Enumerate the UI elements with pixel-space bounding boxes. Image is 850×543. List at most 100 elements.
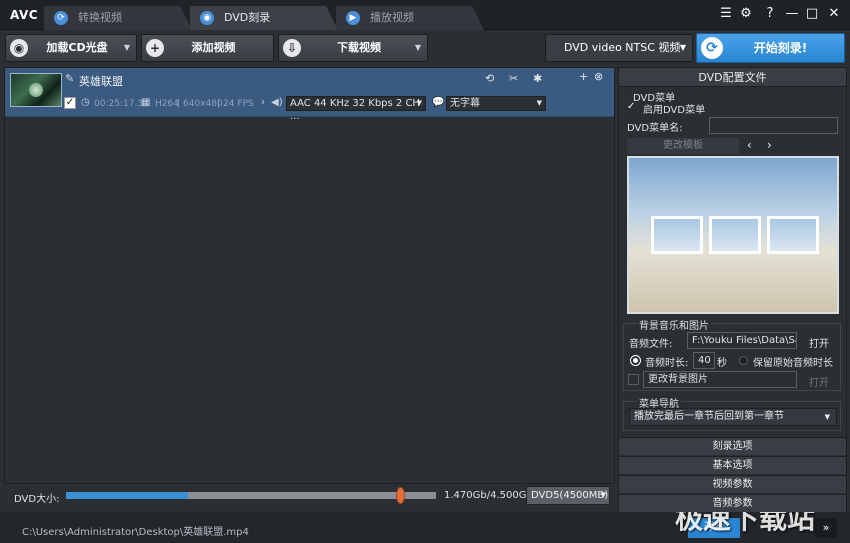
tab-convert-video[interactable]: ⟳ 转换视频 <box>44 6 192 30</box>
dvd-size-value: 1.470Gb/4.500Gb <box>444 490 533 501</box>
load-cd-button[interactable]: ◉ 加载CD光盘 ▼ <box>5 34 137 62</box>
accordion-burn-options[interactable]: 刻录选项 <box>619 437 846 455</box>
enable-menu-label: 启用DVD菜单 <box>643 105 706 116</box>
log-icon[interactable]: ☰ <box>718 6 734 22</box>
file-title[interactable]: 英雄联盟 <box>79 73 123 89</box>
tab-play-video[interactable]: ▶ 播放视频 <box>336 6 484 30</box>
chevron-down-icon[interactable]: ▼ <box>415 35 421 61</box>
play-icon: ▶ <box>346 11 360 25</box>
title-bar: AVC ⟳ 转换视频 ◉ DVD刻录 ▶ 播放视频 ☰ ⚙ ? — □ ✕ <box>0 0 850 30</box>
disc-type-value: DVD5(4500MB) <box>531 490 609 501</box>
tab-label: 转换视频 <box>78 11 122 24</box>
subtitle-value: 无字幕 <box>450 98 480 109</box>
video-thumbnail[interactable] <box>10 73 62 107</box>
open-audio-button[interactable]: 打开 <box>809 335 829 350</box>
pencil-icon[interactable]: ✎ <box>65 72 74 85</box>
scissors-icon[interactable]: ✂ <box>509 72 518 85</box>
menu-nav-value: 播放完最后一章节后回到第一章节 <box>634 411 784 422</box>
bg-section-title: 背景音乐和图片 <box>637 317 711 332</box>
tab-dvd-burn[interactable]: ◉ DVD刻录 <box>190 6 338 30</box>
keep-original-radio[interactable] <box>739 356 748 365</box>
refresh-icon: ⟳ <box>54 11 68 25</box>
accordion-basic-options[interactable]: 基本选项 <box>619 456 846 474</box>
download-icon: ⇩ <box>283 39 301 57</box>
output-format-select[interactable]: DVD video NTSC 视频 ▼ <box>545 34 693 62</box>
file-fps: 24 FPS <box>223 99 254 109</box>
refresh-icon[interactable]: ⟲ <box>485 72 494 85</box>
settings-icon[interactable]: ⚙ <box>738 6 754 22</box>
start-burn-button[interactable]: ⟳ 开始刻录! <box>696 33 845 63</box>
preview-frame <box>709 216 761 254</box>
menu-name-input[interactable] <box>709 117 838 134</box>
tab-label: DVD刻录 <box>224 11 271 24</box>
speaker-icon: ◀) <box>271 97 283 108</box>
accordion-audio-params[interactable]: 音频参数 <box>619 494 846 512</box>
audio-file-label: 音频文件: <box>629 339 673 350</box>
close-button[interactable]: ✕ <box>826 6 842 22</box>
keep-original-label: 保留原始音频时长 <box>753 358 833 369</box>
chevron-down-icon: ▼ <box>416 99 422 107</box>
next-button[interactable]: » <box>815 518 837 538</box>
audio-track-value: AAC 44 KHz 32 Kbps 2 CH ... <box>290 98 420 122</box>
add-video-button[interactable]: + 添加视频 <box>141 34 274 62</box>
menu-template-preview[interactable] <box>627 156 839 314</box>
maximize-button[interactable]: □ <box>804 6 820 22</box>
file-checkbox[interactable]: ✓ <box>64 97 76 109</box>
clock-icon: ◷ <box>81 97 90 108</box>
refresh-icon: ⟳ <box>701 37 723 59</box>
open-bg-button[interactable]: 打开 <box>809 374 829 389</box>
subtitle-select[interactable]: 无字幕 ▼ <box>446 96 546 111</box>
dvd-size-knob[interactable] <box>395 487 405 504</box>
subtitle-icon: 💬 <box>432 97 445 108</box>
minimize-button[interactable]: — <box>784 6 800 22</box>
tab-label: 播放视频 <box>370 11 414 24</box>
dvd-size-fill <box>66 492 189 499</box>
dvd-size-label: DVD大小: <box>14 494 60 505</box>
add-video-label: 添加视频 <box>191 41 236 54</box>
audio-track-select[interactable]: AAC 44 KHz 32 Kbps 2 CH ... ▼ <box>286 96 426 122</box>
next-template-icon[interactable]: › <box>767 138 772 152</box>
change-bg-checkbox[interactable] <box>628 374 639 385</box>
download-video-button[interactable]: ⇩ 下载视频 ▼ <box>278 34 428 62</box>
file-duration: 00:25:17.3 <box>94 99 144 109</box>
effects-icon[interactable]: ✱ <box>533 72 542 85</box>
accordion-video-params[interactable]: 视频参数 <box>619 475 846 493</box>
close-icon[interactable]: ⊗ <box>594 70 603 83</box>
disc-icon: ◉ <box>10 39 28 57</box>
preview-frame <box>767 216 819 254</box>
panel-header[interactable]: DVD配置文件 <box>619 68 846 87</box>
download-video-label: 下载视频 <box>337 41 381 54</box>
chevron-down-icon: ▼ <box>679 43 686 52</box>
disc-type-select[interactable]: DVD5(4500MB) ▼ <box>526 486 610 505</box>
dvd-config-panel: DVD配置文件 DVD菜单 ✓ 启用DVD菜单 DVD菜单名: 更改模板 ‹ ›… <box>618 67 847 512</box>
chevron-down-icon: ▼ <box>824 413 830 421</box>
change-bg-input[interactable]: 更改背景图片 <box>643 371 797 388</box>
audio-duration-radio[interactable] <box>631 356 640 365</box>
seconds-label: 秒 <box>717 358 727 369</box>
output-format-value: DVD video NTSC 视频 <box>564 41 681 54</box>
menu-name-label: DVD菜单名: <box>627 123 683 134</box>
enable-menu-checkbox[interactable]: ✓ <box>627 101 638 112</box>
preview-frame <box>651 216 703 254</box>
chevron-down-icon[interactable]: ▼ <box>124 35 130 61</box>
file-row[interactable]: ✎ 英雄联盟 ✓ ◷ 00:25:17.3 ▦ H264 | 640x480 |… <box>5 68 614 122</box>
audio-duration-label: 音频时长: <box>645 358 689 369</box>
audio-file-input[interactable]: F:\Youku Files\Data\Sar <box>687 332 797 349</box>
start-burn-label: 开始刻录! <box>753 41 808 55</box>
dvd-size-bar: DVD大小: 1.470Gb/4.500Gb DVD5(4500MB) ▼ <box>4 484 615 508</box>
add-video-icon: + <box>146 39 164 57</box>
file-list[interactable]: ✎ 英雄联盟 ✓ ◷ 00:25:17.3 ▦ H264 | 640x480 |… <box>4 67 615 484</box>
menu-nav-select[interactable]: 播放完最后一章节后回到第一章节 ▼ <box>629 408 837 426</box>
film-icon: ▦ <box>141 97 151 108</box>
help-button[interactable]: ? <box>762 6 778 22</box>
file-codec: H264 <box>155 99 179 109</box>
chevron-right-icon: › <box>261 97 265 108</box>
prev-template-icon[interactable]: ‹ <box>747 138 752 152</box>
audio-duration-input[interactable]: 40 <box>693 352 715 369</box>
change-template-button[interactable]: 更改模板 <box>627 138 739 154</box>
chevron-down-icon: ▼ <box>536 99 542 107</box>
load-cd-label: 加载CD光盘 <box>46 41 108 54</box>
add-icon[interactable]: + <box>579 70 588 83</box>
chevron-down-icon: ▼ <box>600 491 606 499</box>
app-logo: AVC <box>10 8 39 22</box>
